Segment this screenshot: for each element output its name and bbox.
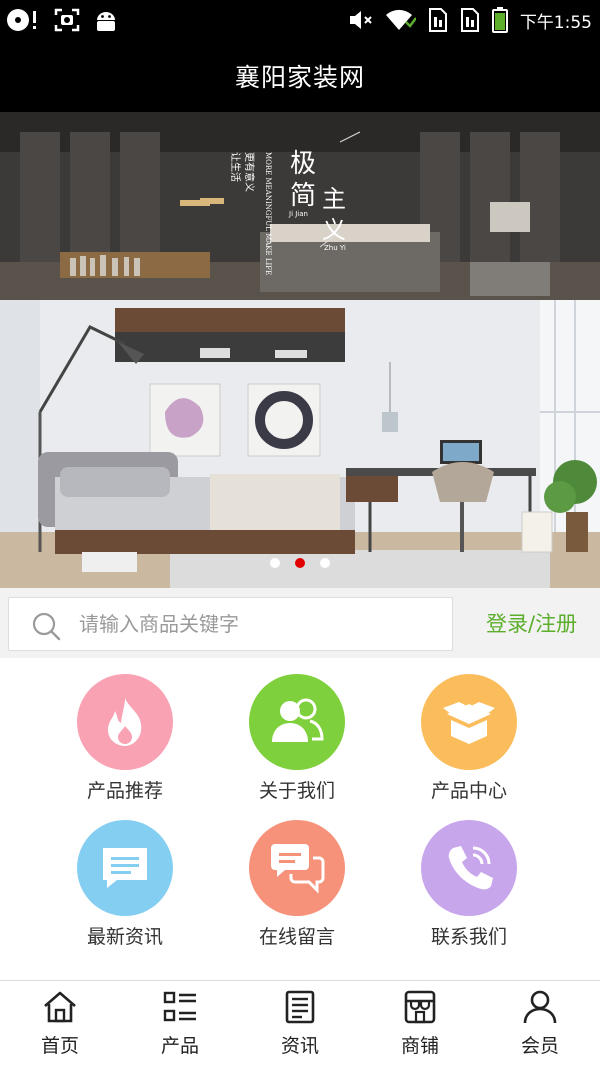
grid-item-label: 关于我们: [258, 780, 335, 802]
grid-item-label: 产品中心: [430, 780, 507, 802]
nav-item-home[interactable]: 首页: [0, 989, 120, 1058]
screenshot-icon: [54, 8, 80, 32]
list-icon: [163, 991, 196, 1022]
poster-slogan-b: 更有意义: [243, 152, 256, 192]
message-icon: [103, 848, 147, 888]
carousel-dot-active[interactable]: [295, 558, 305, 568]
grid-item-circle: [77, 674, 173, 770]
home-icon: [44, 991, 76, 1023]
grid-item-circle: [421, 674, 517, 770]
grid-item-label: 产品推荐: [86, 780, 163, 802]
search-icon: [32, 612, 61, 641]
grid-item-contact-us[interactable]: 联系我们: [394, 820, 544, 949]
nav-item-shop[interactable]: 商铺: [360, 989, 480, 1058]
login-register-link[interactable]: 登录/注册: [486, 608, 577, 638]
nav-item-label: 资讯: [280, 1035, 319, 1057]
grid-item-circle: [77, 820, 173, 916]
battery-icon: [491, 7, 508, 33]
nav-item-label: 会员: [520, 1035, 559, 1057]
page-title: 襄阳家装网: [234, 63, 365, 92]
wifi-icon: [385, 9, 416, 30]
bottom-nav: 首页 产品 资讯 商铺 会员: [0, 980, 600, 1067]
box-icon: [443, 702, 495, 744]
nav-item-news[interactable]: 资讯: [240, 989, 360, 1058]
sim2-icon: [460, 8, 479, 32]
poster-english: MORE MEANINGFUL MAKE LIFE: [264, 152, 272, 275]
shop-icon: [404, 990, 436, 1024]
banner-image: 极 简 Ji Jian 主 义 Zhu Yi MORE MEANINGFUL M…: [0, 112, 600, 588]
android-icon: [97, 12, 115, 31]
nav-item-products[interactable]: 产品: [120, 989, 240, 1058]
status-bar: 下午1:55: [0, 0, 600, 40]
nav-item-label: 商铺: [400, 1035, 439, 1057]
nav-item-label: 首页: [40, 1035, 79, 1057]
carousel-dots: [0, 558, 600, 568]
mute-icon: [349, 11, 372, 29]
status-time: 下午1:55: [519, 12, 592, 33]
nav-item-member[interactable]: 会员: [480, 989, 600, 1058]
poster-pinyin-a: Ji Jian: [288, 210, 308, 218]
news-icon: [285, 990, 315, 1024]
grid-item-product-center[interactable]: 产品中心: [394, 674, 544, 803]
flame-icon: [107, 698, 142, 746]
search-input[interactable]: [79, 608, 439, 640]
grid-item-about-us[interactable]: 关于我们: [222, 674, 372, 803]
poster-title-ji: 极: [290, 149, 316, 179]
grid-item-label: 联系我们: [430, 926, 507, 948]
carousel-dot[interactable]: [320, 558, 330, 568]
grid-item-circle: [249, 820, 345, 916]
grid-item-label: 最新资讯: [86, 926, 163, 948]
banner-carousel[interactable]: 极 简 Ji Jian 主 义 Zhu Yi MORE MEANINGFUL M…: [0, 112, 600, 588]
grid-item-online-message[interactable]: 在线留言: [222, 820, 372, 949]
app-header: 襄阳家装网: [0, 40, 600, 112]
nav-item-label: 产品: [160, 1035, 199, 1057]
search-bar: 登录/注册: [0, 588, 600, 658]
search-box[interactable]: [8, 597, 453, 651]
poster-slogan-a: 让生活: [229, 152, 242, 182]
disc-icon: [7, 9, 36, 31]
chat-bubbles-icon: [271, 844, 325, 894]
feature-grid: 产品推荐 关于我们 产品中心 最新资讯 在线留言 联系我们: [0, 658, 600, 980]
grid-item-latest-news[interactable]: 最新资讯: [50, 820, 200, 949]
phone-icon: [448, 846, 493, 890]
grid-item-circle: [249, 674, 345, 770]
grid-item-product-recommend[interactable]: 产品推荐: [50, 674, 200, 803]
users-icon: [272, 698, 324, 742]
poster-pinyin-b: Zhu Yi: [324, 244, 346, 252]
grid-item-label: 在线留言: [258, 926, 335, 948]
grid-item-circle: [421, 820, 517, 916]
poster-title-jian: 简: [290, 181, 316, 211]
user-icon: [523, 990, 557, 1024]
carousel-dot[interactable]: [270, 558, 280, 568]
sim1-icon: [428, 8, 447, 32]
poster-title-zhu: 主: [322, 185, 346, 213]
poster-title-yi: 义: [322, 216, 346, 244]
